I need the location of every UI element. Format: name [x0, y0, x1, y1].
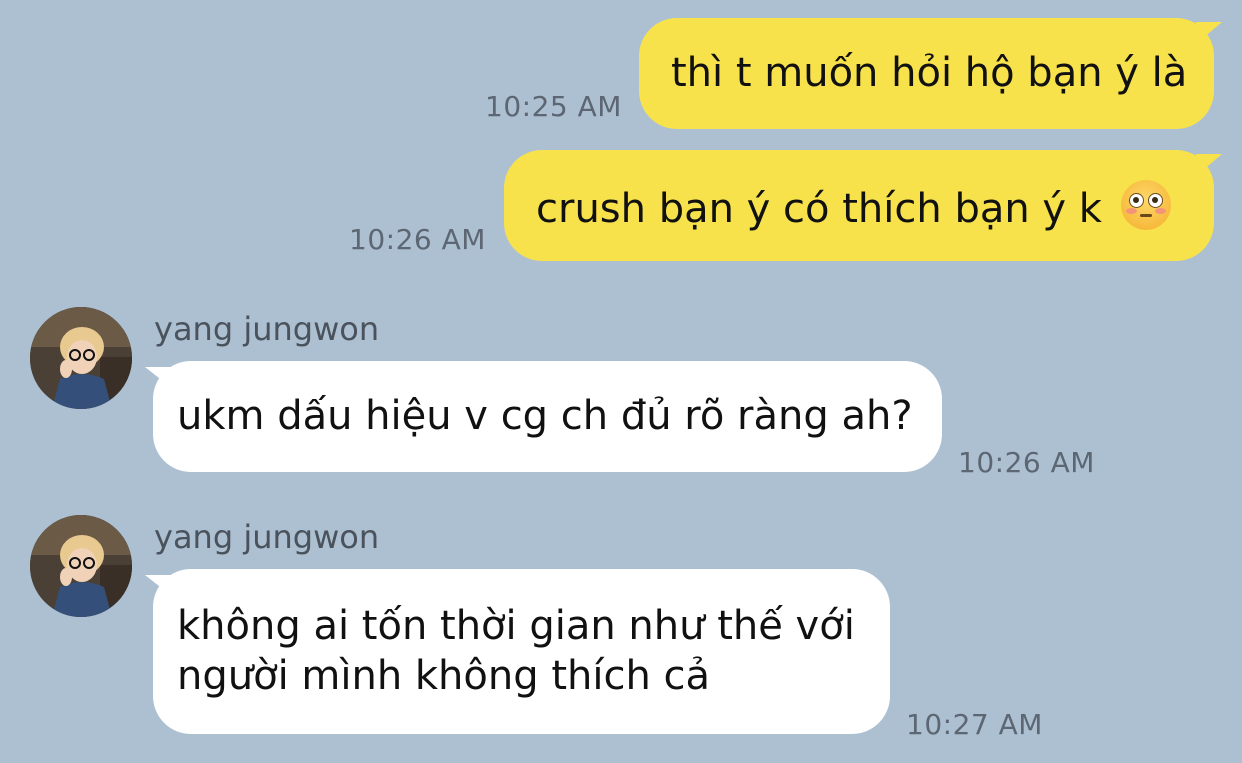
message-timestamp: 10:26 AM	[958, 446, 1095, 479]
message-timestamp: 10:27 AM	[906, 708, 1043, 741]
avatar[interactable]	[30, 515, 132, 617]
incoming-message-bubble[interactable]: không ai tốn thời gian như thế với người…	[153, 569, 890, 734]
message-text-line: người mình không thích cả	[177, 653, 711, 699]
user-avatar-icon	[30, 515, 132, 617]
sender-name: yang jungwon	[154, 310, 380, 348]
chat-area: 10:25 AM thì t muốn hỏi hộ bạn ý là 10:2…	[0, 0, 1242, 763]
message-timestamp: 10:26 AM	[349, 223, 486, 256]
sender-name: yang jungwon	[154, 518, 380, 556]
message-text-line: không ai tốn thời gian như thế với	[177, 603, 855, 649]
avatar[interactable]	[30, 307, 132, 409]
user-avatar-icon	[30, 307, 132, 409]
outgoing-message-bubble[interactable]: thì t muốn hỏi hộ bạn ý là	[639, 18, 1214, 129]
message-text: thì t muốn hỏi hộ bạn ý là	[671, 50, 1188, 96]
message-timestamp: 10:25 AM	[485, 90, 622, 123]
flushed-face-emoji-icon	[1120, 180, 1171, 230]
incoming-message-bubble[interactable]: ukm dấu hiệu v cg ch đủ rõ ràng ah?	[153, 361, 942, 472]
outgoing-message-bubble[interactable]: crush bạn ý có thích bạn ý k	[504, 150, 1214, 261]
message-text: crush bạn ý có thích bạn ý k	[536, 186, 1102, 232]
message-text: ukm dấu hiệu v cg ch đủ rõ ràng ah?	[177, 393, 913, 439]
